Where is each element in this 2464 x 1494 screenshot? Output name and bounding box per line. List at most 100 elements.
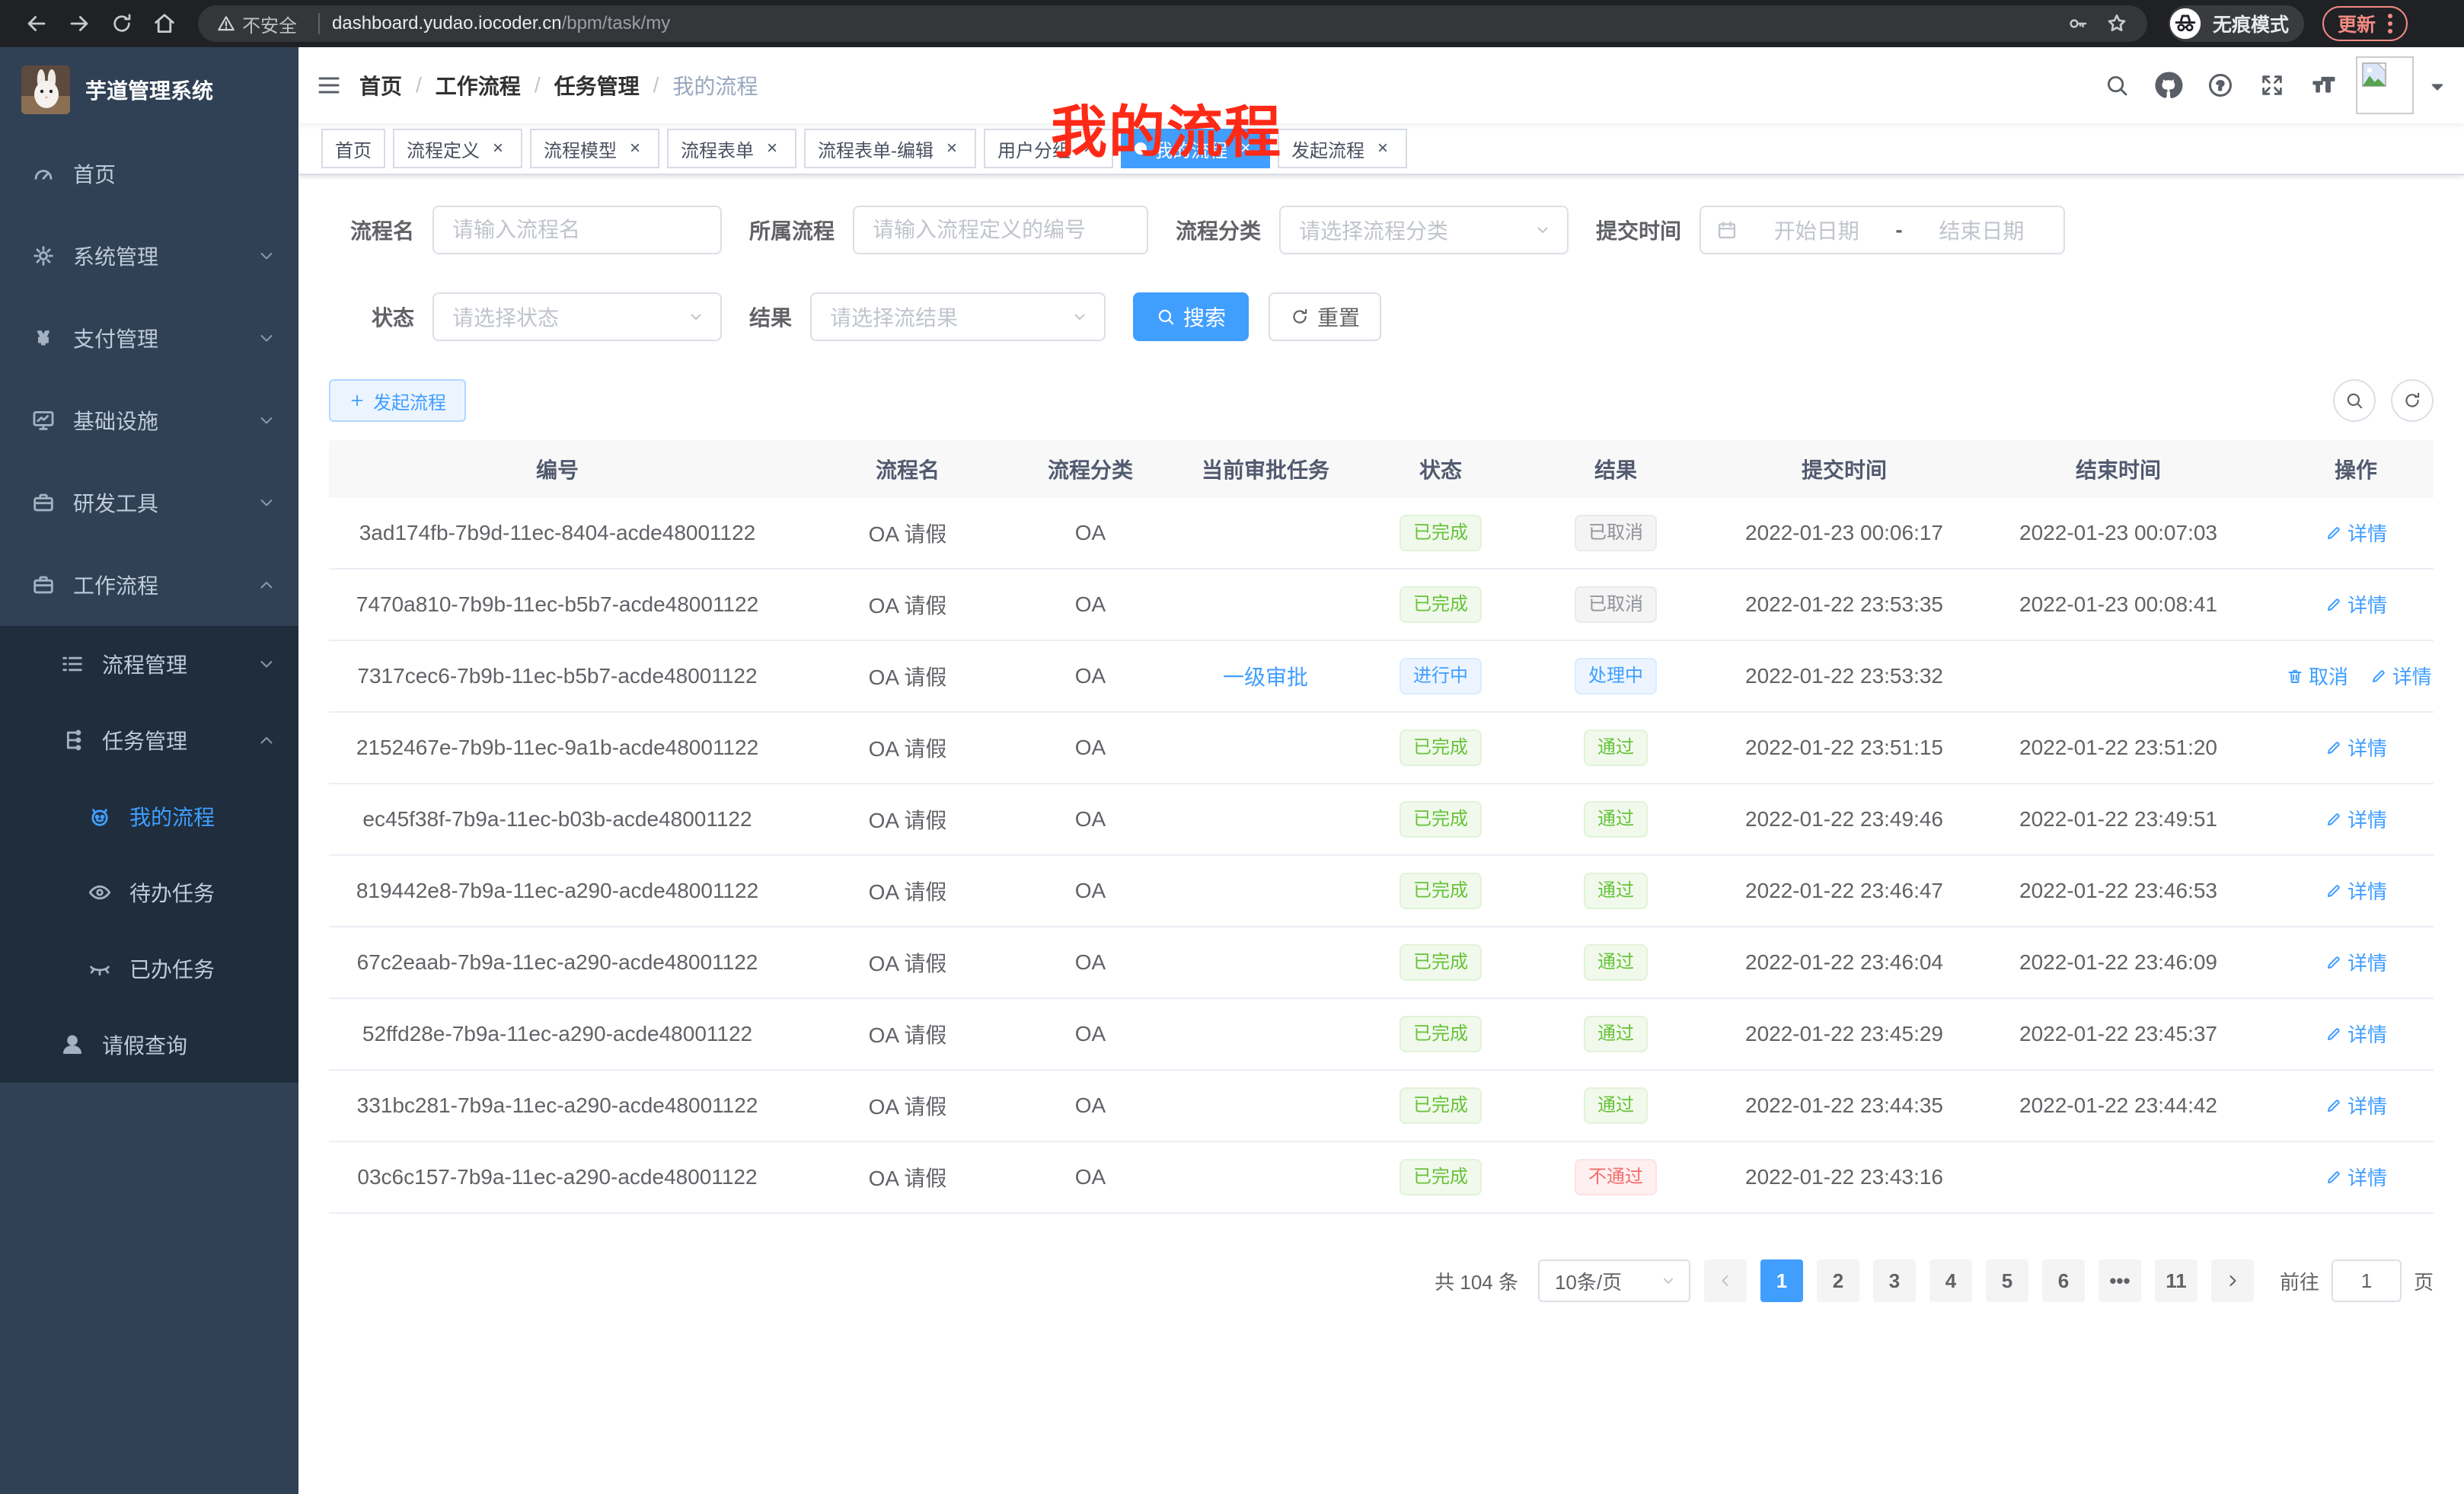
forward-icon[interactable]	[58, 5, 101, 42]
close-icon[interactable]: ×	[624, 138, 646, 159]
sidebar-item-process-mgmt[interactable]: 流程管理	[0, 626, 298, 702]
search-button[interactable]: 搜索	[1133, 292, 1249, 341]
detail-link[interactable]: 详情	[2325, 1091, 2387, 1119]
detail-link[interactable]: 详情	[2325, 948, 2387, 976]
bookmark-star-icon[interactable]	[2105, 11, 2129, 36]
back-icon[interactable]	[15, 5, 58, 42]
sidebar-item-system[interactable]: 系统管理	[0, 215, 298, 297]
result-select[interactable]: 请选择流结果	[810, 292, 1106, 341]
filter-name-label: 流程名	[329, 215, 432, 245]
table-row: 52ffd28e-7b9a-11ec-a290-acde48001122 OA …	[329, 999, 2434, 1071]
sidebar-item-infra[interactable]: 基础设施	[0, 379, 298, 461]
page-button-2[interactable]: 2	[1817, 1259, 1859, 1302]
help-icon[interactable]: ?	[2201, 65, 2240, 105]
status-badge: 已完成	[1400, 944, 1482, 981]
fullscreen-icon[interactable]	[2252, 65, 2292, 105]
cell-process-name: OA 请假	[786, 947, 1029, 978]
sidebar-item-label: 系统管理	[73, 241, 158, 271]
next-page-button[interactable]	[2211, 1259, 2254, 1302]
page-button-11[interactable]: 11	[2155, 1259, 2197, 1302]
cell-category: OA	[1029, 736, 1151, 760]
detail-link[interactable]: 详情	[2325, 1163, 2387, 1191]
avatar-caret-icon[interactable]	[2429, 72, 2446, 100]
hamburger-icon[interactable]	[298, 47, 359, 123]
filter-row-1: 流程名 所属流程 流程分类 请选择流程分类 提交时间 开始日期 - 结束日期	[329, 206, 2434, 254]
search-icon[interactable]	[2097, 65, 2137, 105]
avatar[interactable]	[2356, 56, 2414, 114]
process-name-input[interactable]	[432, 206, 722, 254]
table-refresh-button[interactable]	[2391, 379, 2434, 422]
filter-category-label: 流程分类	[1176, 215, 1279, 245]
sidebar-item-task-mgmt[interactable]: 任务管理	[0, 702, 298, 778]
page-size-select[interactable]: 10条/页	[1538, 1259, 1690, 1302]
cell-category: OA	[1029, 807, 1151, 832]
page-button-4[interactable]: 4	[1929, 1259, 1972, 1302]
page-ellipsis-button[interactable]: •••	[2099, 1259, 2141, 1302]
cell-operations: 详情	[2278, 1020, 2434, 1049]
close-icon[interactable]: ×	[761, 138, 783, 159]
app-logo[interactable]: 芋道管理系统	[0, 47, 298, 132]
sidebar-item-workflow[interactable]: 工作流程	[0, 544, 298, 626]
close-icon[interactable]: ×	[941, 138, 962, 159]
github-icon[interactable]	[2149, 65, 2188, 105]
tab-process-def[interactable]: 流程定义×	[393, 129, 522, 168]
font-size-icon[interactable]: TT	[2304, 65, 2344, 105]
category-select[interactable]: 请选择流程分类	[1279, 206, 1569, 254]
cell-operations: 详情	[2278, 805, 2434, 834]
cancel-link[interactable]: 取消	[2286, 662, 2348, 690]
detail-link[interactable]: 详情	[2325, 1020, 2387, 1048]
sidebar-item-todo-task[interactable]: 待办任务	[0, 854, 298, 931]
status-badge: 已完成	[1400, 1087, 1482, 1124]
tab-process-model[interactable]: 流程模型×	[530, 129, 659, 168]
cell-process-id: 3ad174fb-7b9d-11ec-8404-acde48001122	[329, 521, 786, 545]
reset-button[interactable]: 重置	[1269, 292, 1381, 341]
sidebar-item-home[interactable]: 首页	[0, 132, 298, 215]
create-process-button[interactable]: 发起流程	[329, 379, 466, 422]
detail-link[interactable]: 详情	[2325, 519, 2387, 547]
page-button-3[interactable]: 3	[1873, 1259, 1916, 1302]
detail-link[interactable]: 详情	[2325, 733, 2387, 761]
breadcrumb-item: 我的流程	[672, 70, 758, 101]
detail-link[interactable]: 详情	[2325, 590, 2387, 618]
sidebar-item-label: 任务管理	[102, 725, 187, 755]
cell-submit-time: 2022-01-22 23:46:47	[1730, 879, 1958, 903]
page-button-6[interactable]: 6	[2042, 1259, 2085, 1302]
cell-submit-time: 2022-01-22 23:46:04	[1730, 950, 1958, 975]
sidebar-item-devtools[interactable]: 研发工具	[0, 461, 298, 544]
browser-menu-icon[interactable]	[2388, 14, 2392, 34]
address-bar[interactable]: 不安全 dashboard.yudao.iocoder.cn/bpm/task/…	[198, 5, 2147, 42]
sidebar-item-payment[interactable]: ¥支付管理	[0, 297, 298, 379]
cell-operations: 详情	[2278, 519, 2434, 547]
close-icon[interactable]: ×	[487, 138, 509, 159]
tab-home[interactable]: 首页	[321, 129, 385, 168]
detail-link[interactable]: 详情	[2370, 662, 2432, 690]
breadcrumb-item[interactable]: 工作流程	[436, 70, 521, 101]
security-warning-icon	[216, 14, 236, 34]
close-icon[interactable]: ×	[1372, 138, 1393, 159]
breadcrumb-item[interactable]: 任务管理	[554, 70, 640, 101]
tab-process-form[interactable]: 流程表单×	[667, 129, 796, 168]
key-icon[interactable]	[2067, 12, 2089, 35]
tab-start-process[interactable]: 发起流程×	[1278, 129, 1407, 168]
status-badge: 进行中	[1400, 658, 1482, 694]
current-task-link[interactable]: 一级审批	[1223, 666, 1308, 689]
page-button-1[interactable]: 1	[1760, 1259, 1803, 1302]
process-definition-input[interactable]	[853, 206, 1148, 254]
tab-process-form-edit[interactable]: 流程表单-编辑×	[804, 129, 976, 168]
jump-page-input[interactable]	[2332, 1259, 2402, 1302]
sidebar-item-done-task[interactable]: 已办任务	[0, 931, 298, 1007]
submit-time-range-picker[interactable]: 开始日期 - 结束日期	[1700, 206, 2065, 254]
status-select[interactable]: 请选择状态	[432, 292, 722, 341]
page-button-5[interactable]: 5	[1986, 1259, 2028, 1302]
update-button[interactable]: 更新	[2322, 6, 2408, 41]
detail-link[interactable]: 详情	[2325, 805, 2387, 833]
sidebar-item-my-process[interactable]: 我的流程	[0, 778, 298, 854]
breadcrumb-item[interactable]: 首页	[359, 70, 402, 101]
table-search-toggle-button[interactable]	[2333, 379, 2376, 422]
edit-pencil-icon	[2370, 667, 2388, 685]
reload-icon[interactable]	[101, 5, 143, 42]
detail-link[interactable]: 详情	[2325, 876, 2387, 905]
sidebar-item-leave-query[interactable]: 请假查询	[0, 1007, 298, 1083]
prev-page-button[interactable]	[1704, 1259, 1747, 1302]
home-icon[interactable]	[143, 5, 186, 42]
